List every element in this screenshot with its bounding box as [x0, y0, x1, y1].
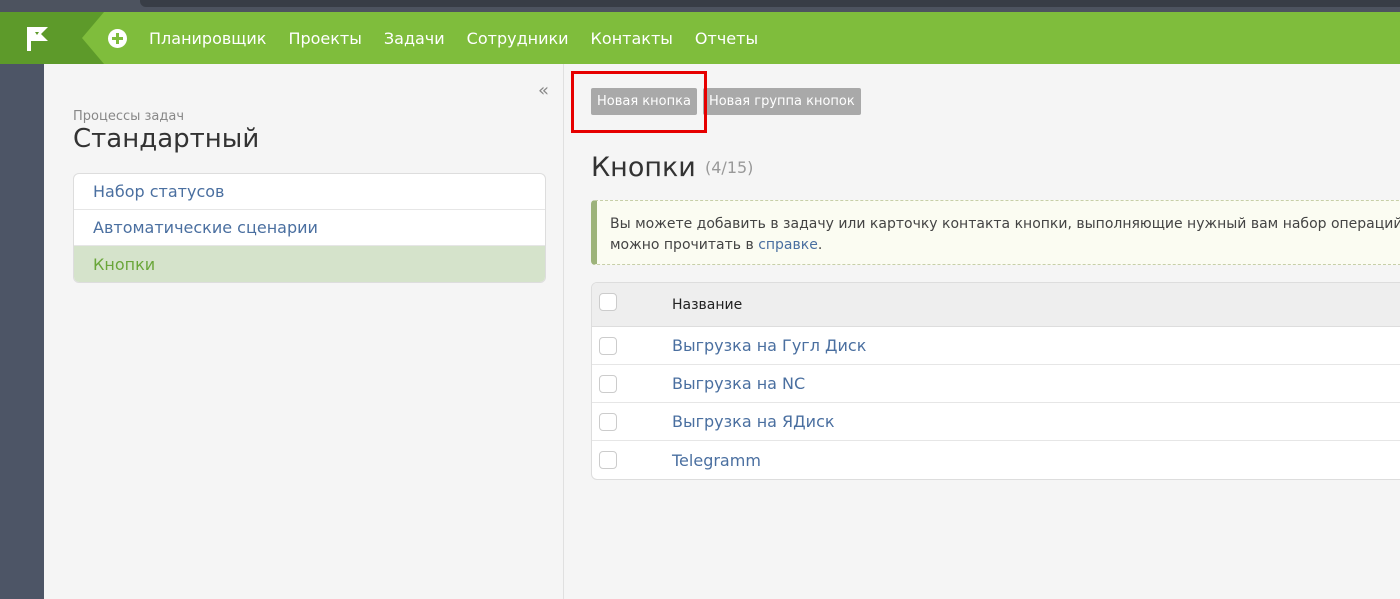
new-button-group-button[interactable]: Новая группа кнопок: [702, 88, 861, 115]
nav-item-reports[interactable]: Отчеты: [695, 29, 758, 48]
add-plus-icon[interactable]: [108, 29, 127, 48]
table-row: Telegramm: [592, 441, 1400, 479]
help-link[interactable]: справке: [758, 237, 818, 253]
row-name-link[interactable]: Выгрузка на ЯДиск: [672, 412, 835, 431]
row-checkbox[interactable]: [599, 451, 617, 469]
nav-item-employees[interactable]: Сотрудники: [467, 29, 569, 48]
nav-item-projects[interactable]: Проекты: [288, 29, 361, 48]
top-strip-dark: [140, 0, 1400, 7]
flag-logo-icon: [27, 27, 48, 51]
info-line-2: можно прочитать в справке.: [610, 235, 1400, 256]
table-row: Выгрузка на NC: [592, 365, 1400, 403]
panel-menu: Набор статусов Автоматические сценарии К…: [73, 173, 546, 283]
row-name-link[interactable]: Выгрузка на NC: [672, 374, 805, 393]
nav-item-contacts[interactable]: Контакты: [591, 29, 673, 48]
top-navbar: Планировщик Проекты Задачи Сотрудники Ко…: [0, 12, 1400, 64]
page-count: (4/15): [705, 158, 754, 177]
collapse-panel-icon[interactable]: «: [538, 80, 549, 101]
table-row: Выгрузка на Гугл Диск: [592, 327, 1400, 365]
left-rail: [0, 64, 44, 599]
info-line-2-suffix: .: [817, 237, 823, 253]
row-checkbox[interactable]: [599, 374, 617, 393]
info-banner: Вы можете добавить в задачу или карточку…: [591, 200, 1400, 265]
nav-item-planner[interactable]: Планировщик: [149, 29, 266, 48]
buttons-table: Название Выгрузка на Гугл Диск Выгрузка …: [591, 282, 1400, 480]
row-checkbox[interactable]: [599, 336, 617, 355]
nav-item-tasks[interactable]: Задачи: [384, 29, 445, 48]
info-line-1: Вы можете добавить в задачу или карточку…: [610, 216, 1400, 232]
table-row: Выгрузка на ЯДиск: [592, 403, 1400, 441]
table-header: Название: [592, 283, 1400, 327]
row-name-link[interactable]: Выгрузка на Гугл Диск: [672, 336, 866, 355]
highlight-box: [571, 71, 707, 133]
logo-block[interactable]: [0, 12, 82, 64]
page-title: Кнопки: [591, 152, 696, 183]
panel-item-auto-scenarios[interactable]: Автоматические сценарии: [74, 210, 545, 246]
info-line-2-prefix: можно прочитать в: [610, 237, 759, 253]
panel-item-buttons[interactable]: Кнопки: [74, 246, 545, 282]
panel-title: Стандартный: [73, 124, 260, 154]
main-content: Новая кнопка Новая группа кнопок Кнопки …: [569, 64, 1400, 599]
select-all-checkbox[interactable]: [599, 292, 617, 311]
top-strip: [0, 0, 1400, 12]
panel-subtitle: Процессы задач: [73, 109, 185, 124]
row-name-link[interactable]: Telegramm: [672, 451, 761, 470]
logo-arrow-bg: [82, 12, 104, 64]
nav-menu: Планировщик Проекты Задачи Сотрудники Ко…: [149, 12, 780, 64]
panel-item-status-set[interactable]: Набор статусов: [74, 174, 545, 210]
side-panel: « Процессы задач Стандартный Набор стату…: [44, 64, 564, 599]
row-checkbox[interactable]: [599, 412, 617, 431]
column-header-name[interactable]: Название: [672, 297, 742, 313]
